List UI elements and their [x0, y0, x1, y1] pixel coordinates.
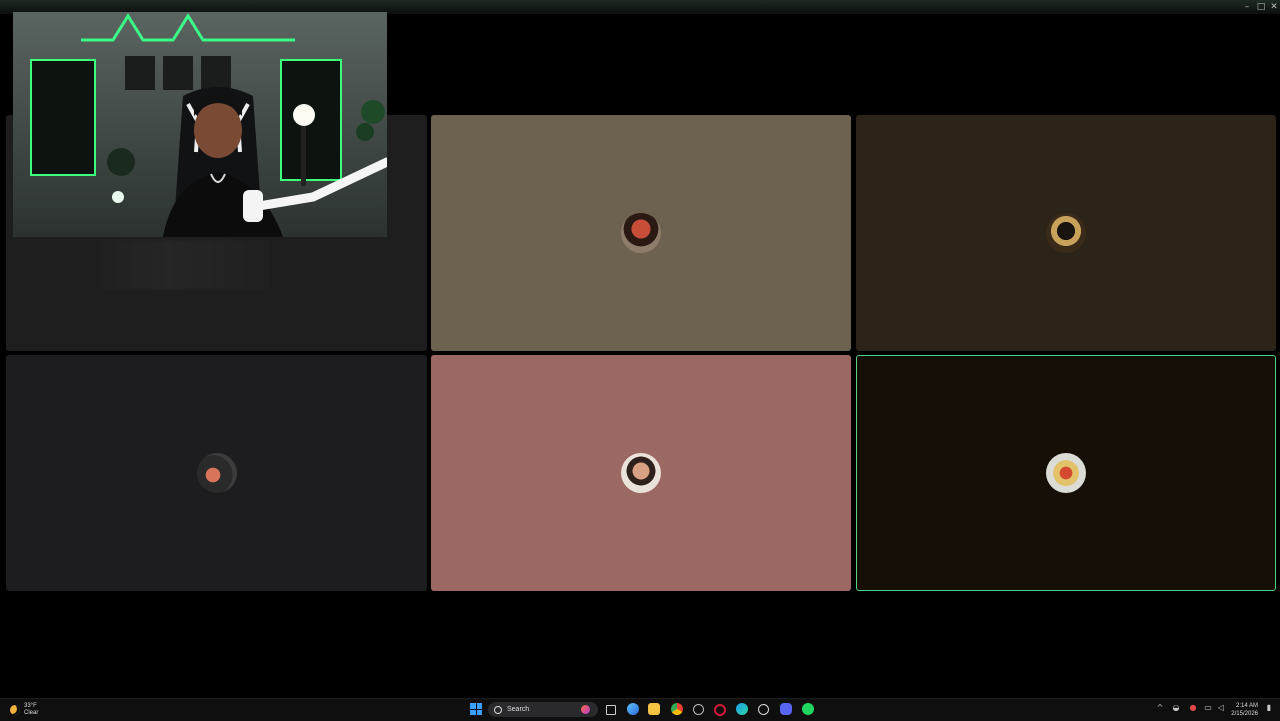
participant-tile-3[interactable]	[856, 115, 1276, 351]
participant-tile-2[interactable]	[431, 115, 851, 351]
participant-avatar-5	[621, 453, 661, 493]
network-icon[interactable]: ◒	[1171, 703, 1181, 713]
participant-tile-6[interactable]	[856, 355, 1276, 591]
weather-temperature: 33°F	[24, 703, 37, 709]
participant-avatar-4	[196, 453, 237, 493]
taskbar: 33°F Clear Search ^ ◒ ● ▭ ◁ 2:14 AM 2/15…	[0, 698, 1280, 721]
participant-avatar-2	[621, 213, 661, 253]
blurred-background-ui	[100, 240, 270, 290]
weather-condition: Clear	[24, 710, 39, 716]
moon-icon	[10, 705, 20, 715]
participant-tile-4[interactable]	[6, 355, 427, 591]
chrome-icon[interactable]	[671, 703, 683, 715]
close-button[interactable]: ✕	[1267, 1, 1280, 13]
edge-icon[interactable]	[736, 703, 748, 715]
participant-tile-5[interactable]	[431, 355, 851, 591]
maximize-button[interactable]: □	[1254, 1, 1268, 13]
copilot-icon	[581, 705, 590, 714]
weather-widget[interactable]: 33°F Clear	[10, 702, 38, 718]
task-view-icon[interactable]	[606, 705, 616, 715]
participant-avatar-3	[1046, 213, 1086, 253]
file-explorer-icon[interactable]	[648, 703, 660, 715]
clock-time: 2:14 AM	[1235, 703, 1258, 709]
opera-icon[interactable]	[714, 704, 726, 716]
obs-icon[interactable]	[758, 704, 769, 715]
settings-icon[interactable]	[693, 704, 704, 715]
clock-date: 2/15/2026	[1231, 711, 1258, 717]
minimize-button[interactable]: –	[1240, 1, 1254, 13]
volume-icon[interactable]: ◁	[1216, 703, 1226, 713]
notification-icon[interactable]: ▮	[1264, 703, 1274, 713]
taskbar-search[interactable]: Search	[488, 702, 598, 717]
participant-avatar-6	[1046, 453, 1086, 493]
microphone-icon[interactable]: ●	[1188, 703, 1198, 713]
search-icon	[494, 705, 502, 714]
search-label: Search	[507, 706, 530, 713]
discord-icon[interactable]	[780, 703, 792, 715]
windows-start-icon[interactable]	[470, 703, 482, 715]
display-icon[interactable]: ▭	[1203, 703, 1213, 713]
system-clock[interactable]: 2:14 AM 2/15/2026	[1231, 702, 1258, 718]
webcam-overlay	[13, 12, 387, 237]
copilot-app-icon[interactable]	[627, 703, 639, 715]
chevron-up-icon[interactable]: ^	[1155, 703, 1165, 713]
spotify-icon[interactable]	[802, 703, 814, 715]
webcam-scene	[13, 12, 387, 237]
